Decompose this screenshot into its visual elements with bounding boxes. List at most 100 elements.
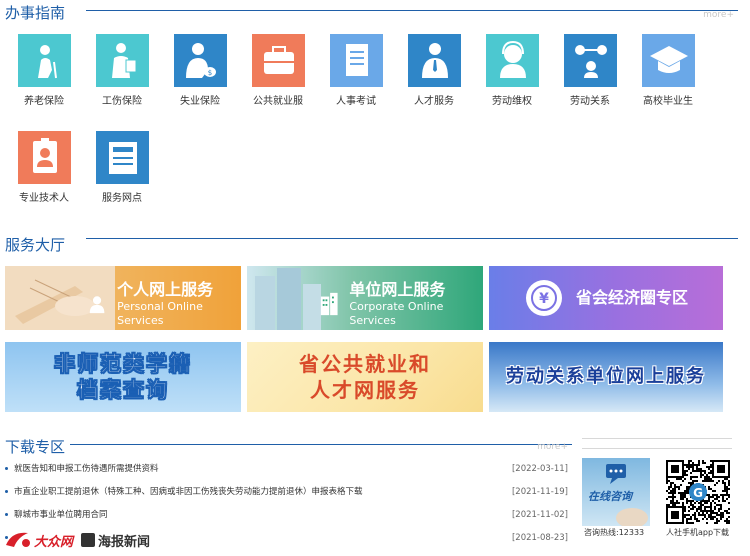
online-consult-label: 在线咨询 [588, 490, 632, 503]
dazhong-logo-text: 大众网 [34, 534, 74, 550]
guide-tile-label: 劳动关系 [570, 96, 610, 107]
archive-banner-line1: 非师范类学籍 [54, 352, 192, 377]
injured-worker-icon [95, 34, 149, 87]
labor-relations-icon [563, 34, 617, 87]
guide-tile-icon-box [485, 34, 539, 87]
guide-tile-label: 劳动维权 [492, 96, 532, 107]
graduation-cap-icon [641, 34, 695, 87]
guide-tile[interactable]: 劳动关系 [551, 34, 629, 114]
id-badge-icon [17, 131, 71, 184]
download-item-title: 聊城市事业单位聘用合同 [14, 510, 108, 520]
download-more-link[interactable]: more+ [537, 442, 568, 452]
unemployed-person-icon: $ [173, 34, 227, 87]
guide-tile-icon-box [407, 34, 461, 87]
download-list-item[interactable]: 聊城市事业单位聘用合同 [2021-11-02] [5, 504, 572, 526]
download-item-date: [2022-03-11] [511, 464, 568, 474]
guide-tile-icon-box [563, 34, 617, 87]
elderly-person-icon [17, 34, 71, 87]
archive-banner-line2: 档案查询 [77, 378, 169, 403]
guide-tile-label: 人才服务 [414, 96, 454, 107]
hall-section-header: 服务大厅 [0, 234, 738, 258]
guide-tile-icon-box [95, 131, 149, 184]
corporate-banner-title: 单位网上服务 [349, 280, 446, 299]
guide-section-header: 办事指南 more+ [0, 2, 738, 26]
guide-tile[interactable]: 专业技术人 [5, 131, 83, 211]
guide-tile-icon-box [251, 34, 305, 87]
guide-tile-label: 公共就业服 [253, 96, 303, 107]
guide-tile-icon-box: $ [173, 34, 227, 87]
sidebar-top-rule [582, 438, 732, 439]
download-section-title: 下载专区 [5, 438, 66, 456]
guide-tile-label: 人事考试 [336, 96, 376, 107]
guide-more-link[interactable]: more+ [703, 10, 734, 20]
service-outlet-icon [95, 131, 149, 184]
svg-text:¥: ¥ [539, 291, 549, 307]
download-item-date: [2021-08-23] [511, 533, 568, 543]
guide-section-divider [86, 10, 738, 11]
guide-tile[interactable]: 服务网点 [83, 131, 161, 211]
app-download-label: 人社手机app下载 [666, 528, 730, 537]
guide-tile[interactable]: 高校毕业生 [629, 34, 707, 114]
download-list-item[interactable]: 市直企业职工提前退休（特殊工种、因病或非因工伤残丧失劳动能力提前退休）申报表格下… [5, 481, 572, 503]
guide-section-title: 办事指南 [5, 4, 66, 22]
yuan-coin-icon: ¥ [525, 280, 562, 316]
bullet-dot-icon [5, 490, 8, 493]
guide-tile[interactable]: 人事考试 [317, 34, 395, 114]
exam-document-icon [329, 34, 383, 87]
hall-section-title: 服务大厅 [5, 236, 66, 254]
app-download-qr-code[interactable]: G [664, 458, 732, 526]
hotline-text: 咨询热线:12333 [584, 528, 645, 537]
employment-banner-line1: 省公共就业和 [299, 352, 431, 376]
download-section-divider [70, 444, 572, 445]
download-item-title: 就医告知和申报工伤待遇所需提供资料 [14, 464, 159, 474]
download-section-header: 下载专区 more+ [0, 436, 572, 460]
public-employment-banner[interactable]: 省公共就业和 人才网服务 [247, 342, 483, 412]
personal-online-service-banner[interactable]: 个人网上服务 Personal Online Services [5, 266, 241, 330]
corporate-banner-subtitle: Corporate Online Services [349, 300, 444, 327]
guide-tile-icon-box [17, 34, 71, 87]
guide-tile-icon-box [641, 34, 695, 87]
guide-tile[interactable]: 工伤保险 [83, 34, 161, 114]
sidebar-second-rule [582, 448, 732, 449]
guide-tile-icon-box [95, 34, 149, 87]
corporate-online-service-banner[interactable]: 单位网上服务 Corporate Online Services [247, 266, 483, 330]
dazhong-logo-icon [6, 532, 30, 547]
building-icon [320, 292, 338, 316]
hall-section-divider [86, 238, 738, 239]
guide-tile-label: 高校毕业生 [643, 96, 693, 107]
haibao-logo-text: 海报新闻 [98, 534, 151, 550]
guide-tile[interactable]: 人才服务 [395, 34, 473, 114]
svg-text:G: G [693, 486, 703, 500]
labor-relations-banner[interactable]: 劳动关系单位网上服务 [489, 342, 723, 412]
qr-code-icon: G [664, 458, 732, 526]
bullet-dot-icon [5, 513, 8, 516]
guide-tile-label: 工伤保险 [102, 96, 142, 107]
guide-tile-icon-box [329, 34, 383, 87]
labor-rights-icon [485, 34, 539, 87]
online-consult-button[interactable]: 在线咨询 [582, 458, 650, 526]
guide-tile[interactable]: 养老保险 [5, 34, 83, 114]
economic-zone-banner[interactable]: ¥ 省会经济圈专区 [489, 266, 723, 330]
personal-banner-title: 个人网上服务 [117, 280, 214, 299]
download-list-item[interactable]: 就医告知和申报工伤待遇所需提供资料 [2022-03-11] [5, 458, 572, 480]
guide-tile[interactable]: $ 失业保险 [161, 34, 239, 114]
personal-banner-subtitle: Personal Online Services [117, 300, 203, 327]
guide-tile[interactable]: 公共就业服 [239, 34, 317, 114]
guide-tile-label: 养老保险 [24, 96, 64, 107]
bullet-dot-icon [5, 467, 8, 470]
guide-tile-label: 专业技术人 [19, 193, 69, 204]
svg-text:$: $ [207, 69, 211, 77]
haibao-logo-icon [81, 533, 96, 547]
guide-tile-label: 失业保险 [180, 96, 220, 107]
download-item-date: [2021-11-02] [511, 510, 568, 520]
guide-tile-label: 服务网点 [102, 193, 142, 204]
download-item-title: 市直企业职工提前退休（特殊工种、因病或非因工伤残丧失劳动能力提前退休）申报表格下… [14, 487, 363, 497]
talent-person-icon [407, 34, 461, 87]
employment-banner-line2: 人才网服务 [310, 378, 420, 402]
person-icon [89, 296, 105, 314]
media-watermark: 大众网 海报新闻 [4, 528, 160, 552]
guide-tile-icon-box [17, 131, 71, 184]
download-item-date: [2021-11-19] [511, 487, 568, 497]
archive-query-banner[interactable]: 非师范类学籍 档案查询 [5, 342, 241, 412]
guide-tile[interactable]: 劳动维权 [473, 34, 551, 114]
